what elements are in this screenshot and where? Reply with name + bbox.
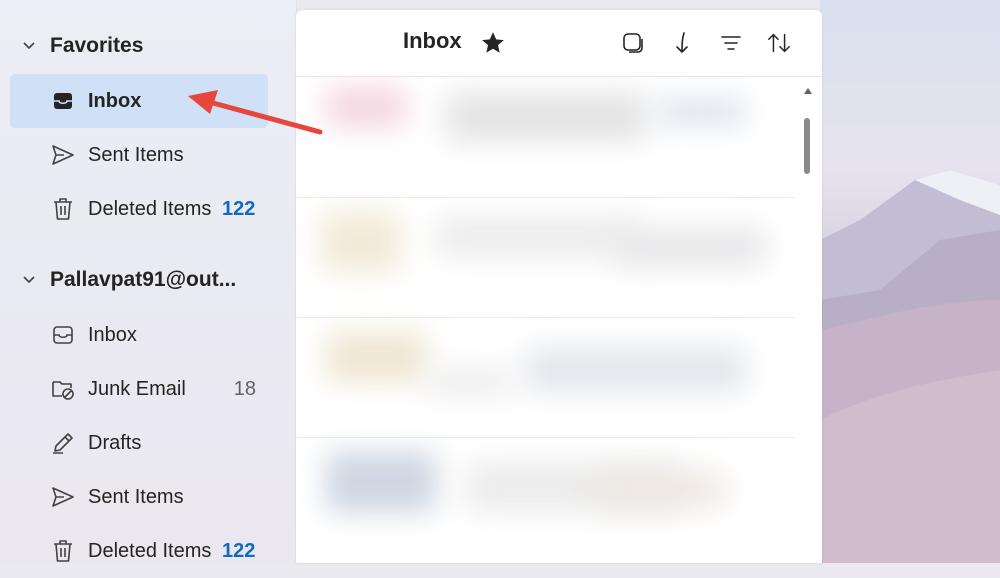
blurred-avatar [326,87,406,127]
blurred-content [596,472,726,507]
item-count: 18 [233,377,256,400]
select-button[interactable] [620,30,646,56]
nav-label: Sent Items [88,485,184,508]
account-header[interactable]: Pallavpat91@out... [0,260,296,300]
nav-label: Inbox [88,89,142,112]
blurred-content [426,367,516,397]
account-item-junk-email[interactable]: Junk Email 18 [10,362,268,416]
blurred-avatar [326,452,436,512]
row-separator [296,197,794,198]
nav-label: Deleted Items [88,197,212,220]
sort-button[interactable] [766,30,792,56]
send-icon [50,142,76,168]
drafts-pencil-icon [50,430,76,456]
jump-to-icon [676,32,688,53]
filter-icon [721,36,741,50]
nav-label: Junk Email [88,377,186,400]
account-item-deleted-items[interactable]: Deleted Items 122 [10,524,268,578]
folder-title: Inbox [403,28,462,53]
blurred-avatar [321,212,401,272]
blurred-content [436,217,636,257]
blurred-content [656,97,746,127]
navigation-pane: Favorites Inbox Sent Items Deleted Items… [0,0,297,563]
nav-label: Deleted Items [88,539,212,562]
row-separator [296,317,794,318]
message-list-header: Inbox [296,10,822,77]
nav-label: Sent Items [88,143,184,166]
account-item-drafts[interactable]: Drafts [10,416,268,470]
account-item-sent-items[interactable]: Sent Items [10,470,268,524]
blurred-content [526,347,746,392]
desktop-background [820,0,1000,563]
junk-folder-icon [50,376,76,402]
favorites-item-deleted-items[interactable]: Deleted Items 122 [10,182,268,236]
message-list[interactable] [296,77,794,563]
sort-icon [768,33,790,53]
chevron-down-icon[interactable] [22,273,36,287]
inbox-icon [50,322,76,348]
star-favorite-icon[interactable] [480,30,506,56]
unread-count: 122 [222,539,256,562]
select-icon [623,33,643,53]
filter-button[interactable] [718,30,744,56]
unread-count: 122 [222,197,256,220]
blurred-content [616,227,766,267]
annotation-arrow-icon [188,90,323,135]
nav-label: Drafts [88,431,142,454]
trash-icon [50,196,76,222]
scroll-up-arrow-icon[interactable] [804,88,812,94]
send-icon [50,484,76,510]
nav-label: Inbox [88,323,137,346]
inbox-filled-icon [50,88,76,114]
scrollbar-thumb[interactable] [804,118,810,174]
chevron-down-icon[interactable] [22,39,36,53]
blurred-avatar [326,332,426,382]
row-separator [296,437,794,438]
favorites-header[interactable]: Favorites [0,26,296,66]
favorites-label: Favorites [50,34,144,57]
jump-to-button[interactable] [669,30,695,56]
blurred-content [446,92,646,142]
message-list-panel: Inbox [296,10,822,563]
trash-icon [50,538,76,564]
account-item-inbox[interactable]: Inbox [10,308,268,362]
account-name: Pallavpat91@out... [50,268,237,291]
